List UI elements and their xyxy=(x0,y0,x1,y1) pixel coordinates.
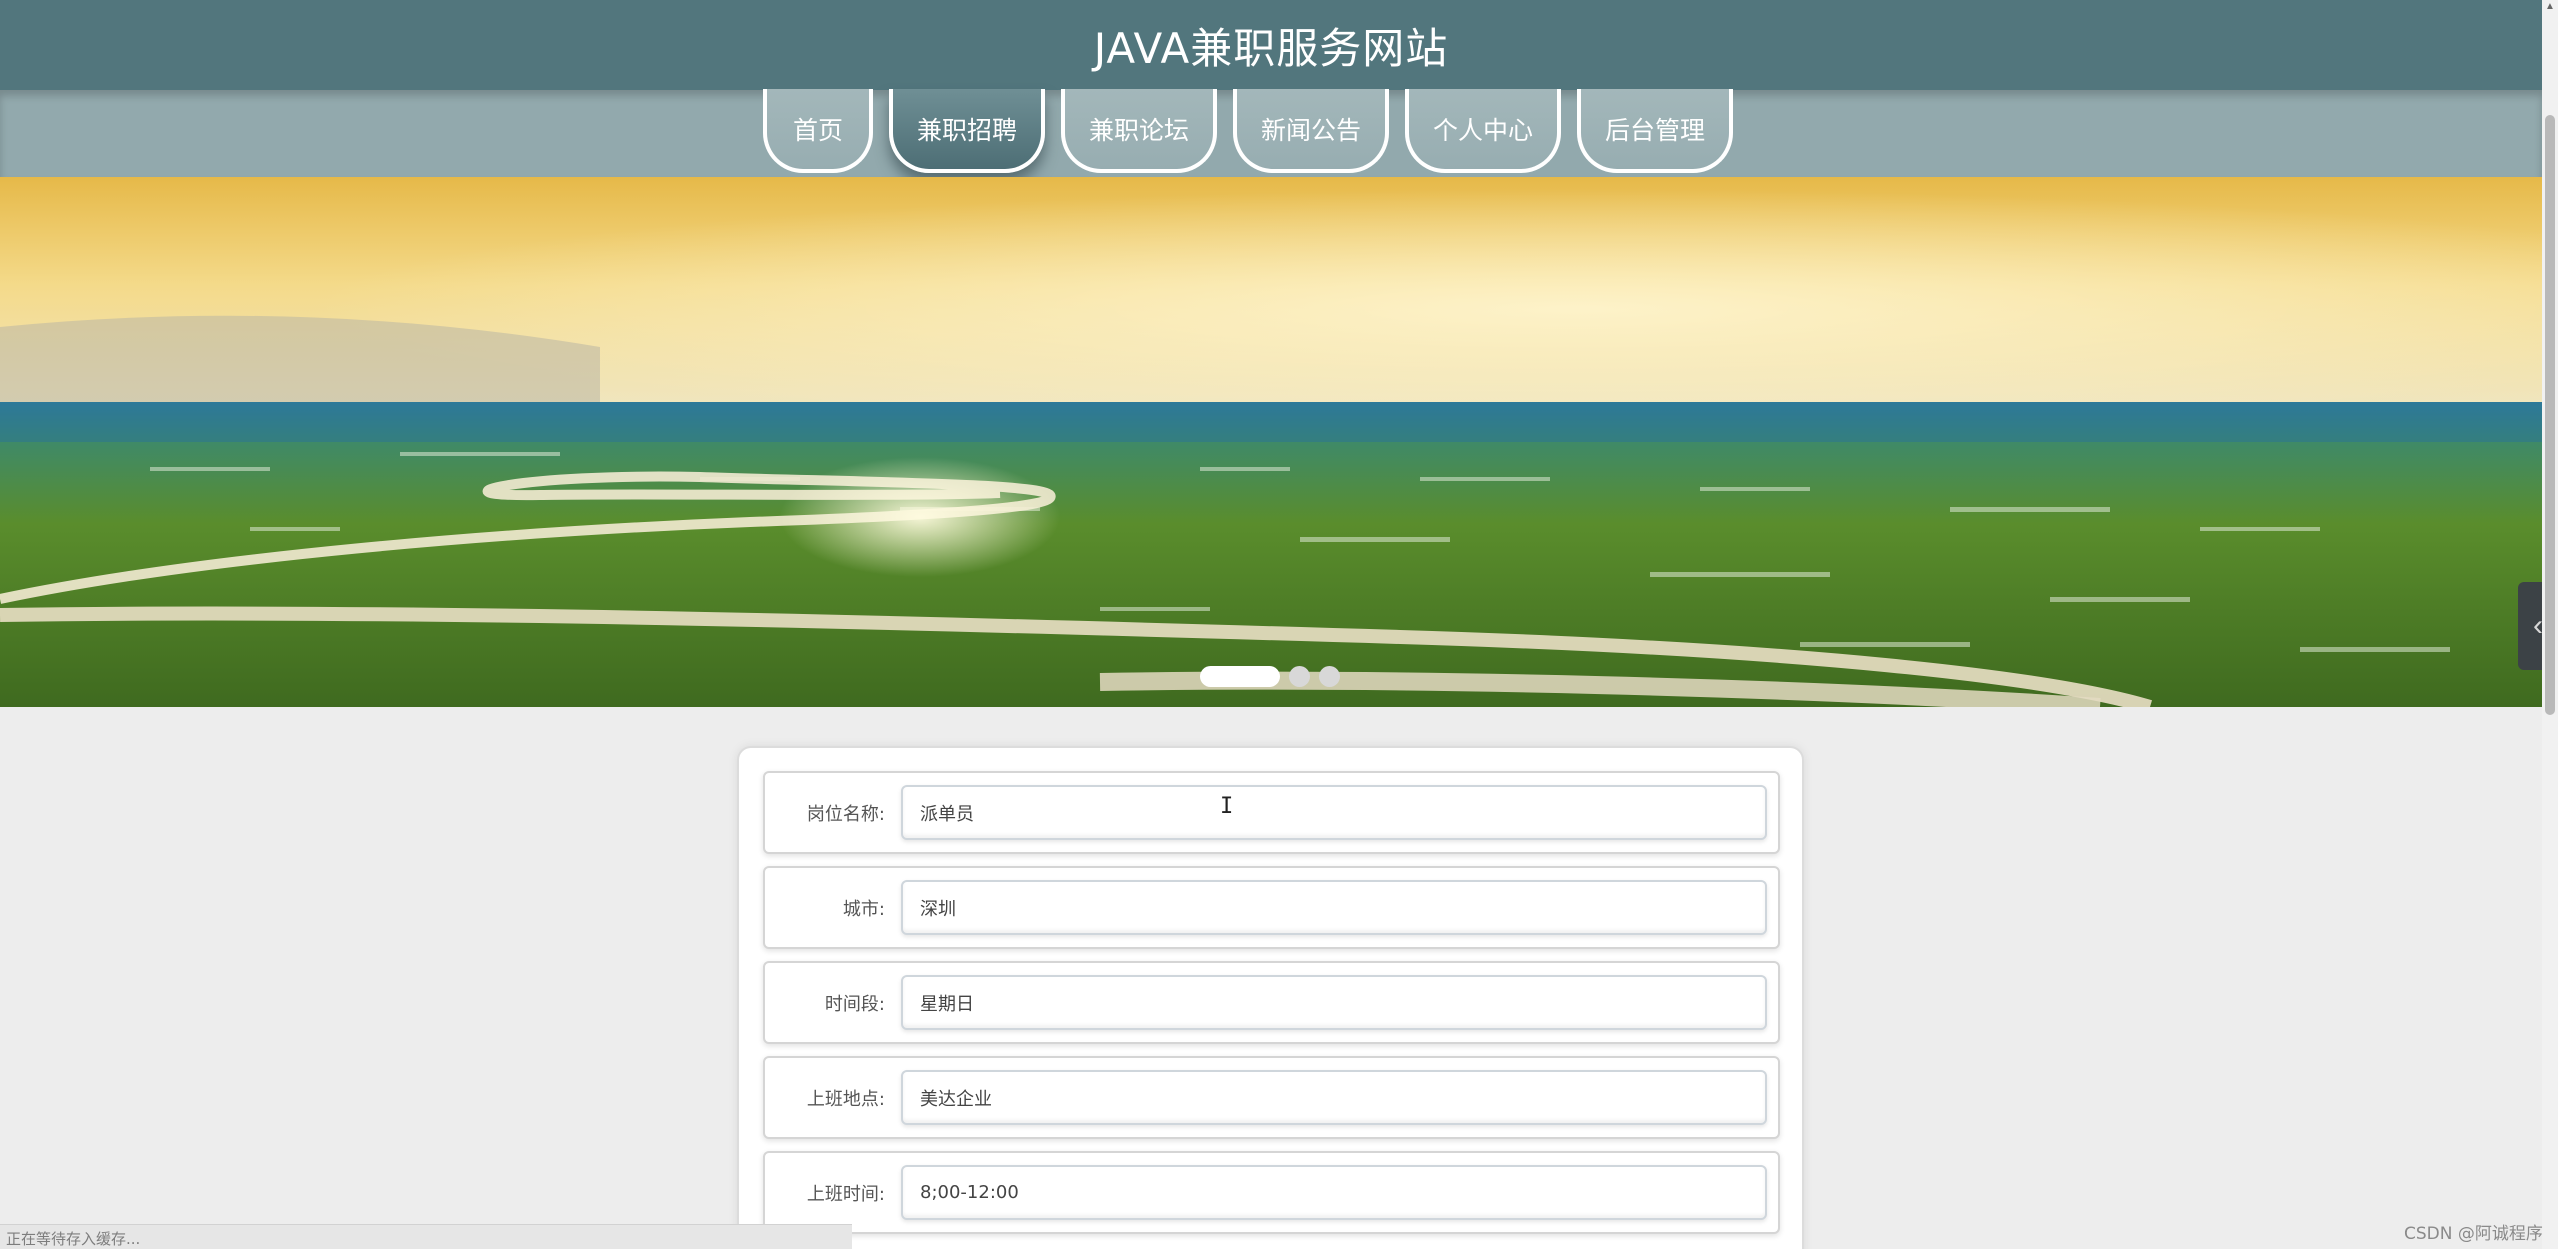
form-row-work-hours: 上班时间: xyxy=(763,1151,1780,1234)
form-row-city: 城市: xyxy=(763,866,1780,949)
watermark: CSDN @阿诚程序 xyxy=(2404,1224,2543,1244)
scroll-up-arrow-icon[interactable]: ▲ xyxy=(2545,2,2555,12)
form-row-job-name: 岗位名称: xyxy=(763,771,1780,854)
browser-status-bar: 正在等待存入缓存... xyxy=(0,1224,852,1249)
time-period-label: 时间段: xyxy=(824,993,885,1015)
city-field[interactable] xyxy=(901,880,1767,935)
scrollbar-thumb[interactable] xyxy=(2545,115,2555,715)
carousel-indicators xyxy=(1200,666,1340,687)
carousel-dot-3[interactable] xyxy=(1319,666,1340,687)
nav-item-news[interactable]: 新闻公告 xyxy=(1233,89,1389,173)
work-hours-label: 上班时间: xyxy=(806,1183,885,1205)
carousel-dot-1[interactable] xyxy=(1200,666,1280,687)
site-header: JAVA兼职服务网站 xyxy=(0,0,2542,90)
form-row-time-period: 时间段: xyxy=(763,961,1780,1044)
work-hours-field[interactable] xyxy=(901,1165,1767,1220)
city-label: 城市: xyxy=(842,898,885,920)
nav-item-admin[interactable]: 后台管理 xyxy=(1577,89,1733,173)
text-cursor-icon: I xyxy=(1220,794,1234,819)
form-row-work-location: 上班地点: xyxy=(763,1056,1780,1139)
main-nav: 首页 兼职招聘 兼职论坛 新闻公告 个人中心 后台管理 xyxy=(0,89,2542,177)
nav-item-jobs[interactable]: 兼职招聘 xyxy=(889,89,1045,173)
work-location-field[interactable] xyxy=(901,1070,1767,1125)
nav-item-forum[interactable]: 兼职论坛 xyxy=(1061,89,1217,173)
site-title: JAVA兼职服务网站 xyxy=(1093,23,1449,73)
page-scrollbar[interactable]: ▲ xyxy=(2542,0,2558,1249)
nav-list: 首页 兼职招聘 兼职论坛 新闻公告 个人中心 后台管理 xyxy=(763,89,1733,177)
job-name-field[interactable] xyxy=(901,785,1767,840)
carousel-dot-2[interactable] xyxy=(1289,666,1310,687)
banner-carousel[interactable] xyxy=(0,177,2542,707)
job-name-label: 岗位名称: xyxy=(806,803,885,825)
banner-landscape-image xyxy=(0,177,2542,707)
job-detail-form: 岗位名称: 城市: 时间段: 上班地点: 上班时间: xyxy=(737,746,1804,1249)
nav-item-home[interactable]: 首页 xyxy=(763,89,873,173)
work-location-label: 上班地点: xyxy=(806,1088,885,1110)
time-period-field[interactable] xyxy=(901,975,1767,1030)
nav-item-profile[interactable]: 个人中心 xyxy=(1405,89,1561,173)
